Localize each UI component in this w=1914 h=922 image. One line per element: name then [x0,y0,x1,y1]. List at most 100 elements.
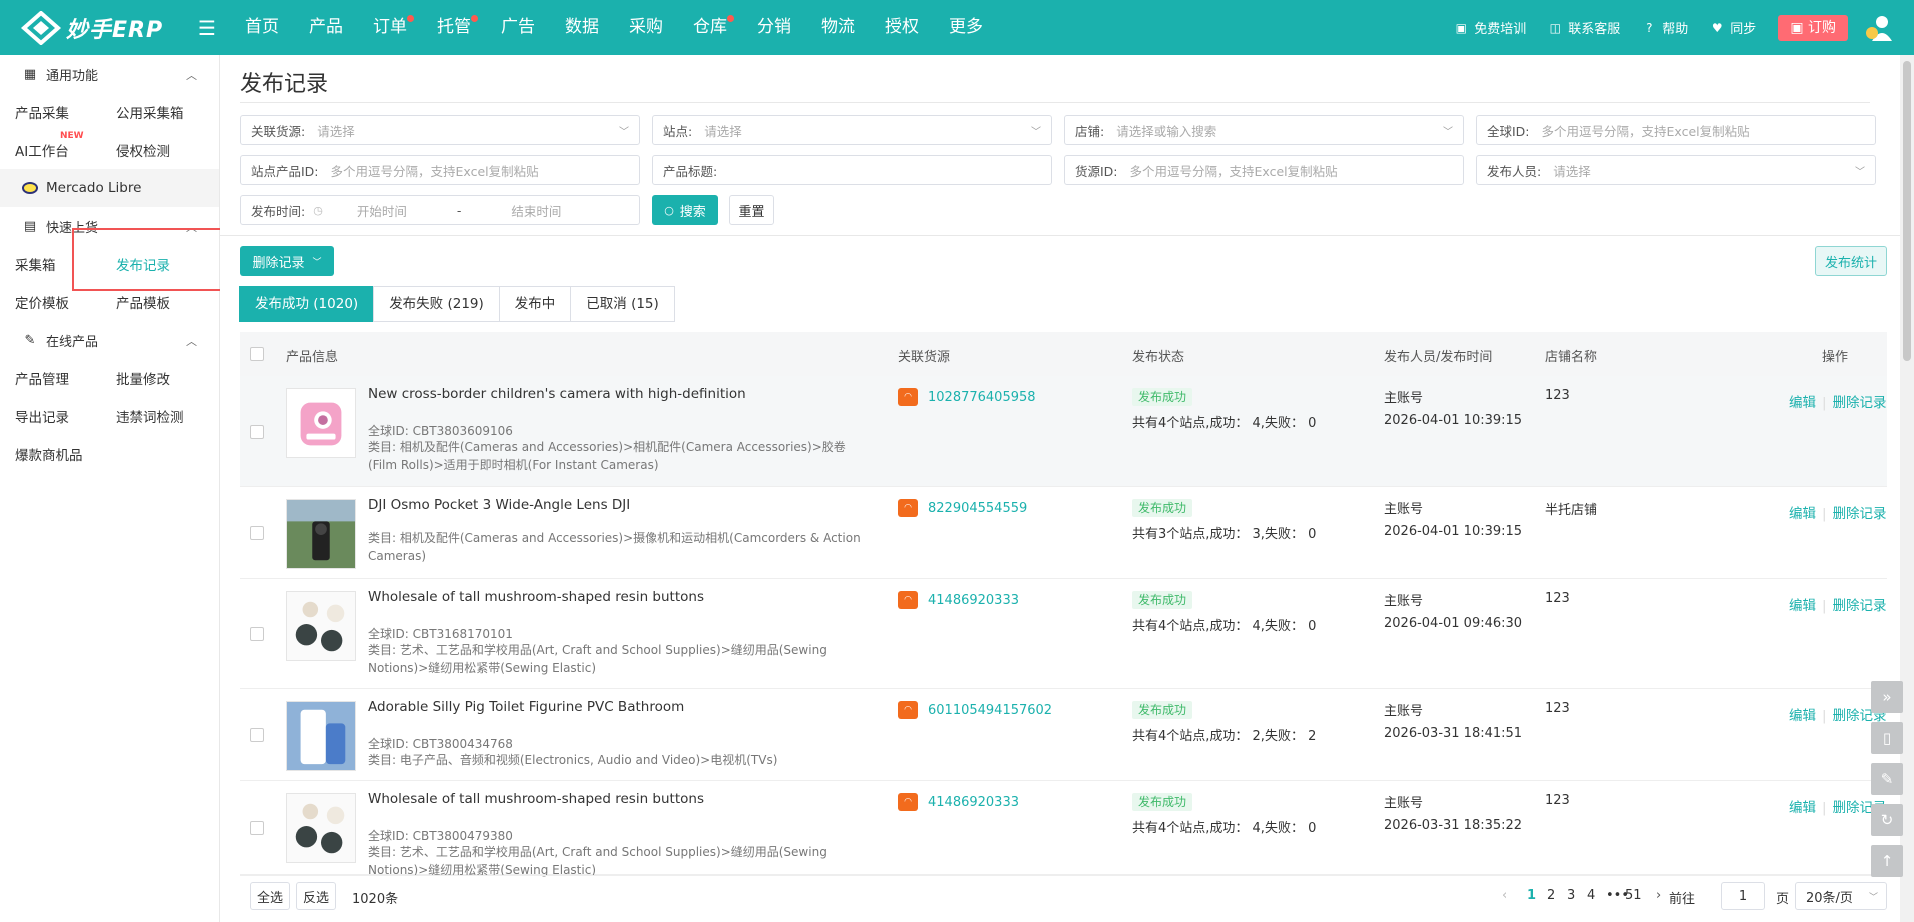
nav-item[interactable]: 仓库 [678,0,742,55]
row-checkbox[interactable] [250,627,264,641]
product-title[interactable]: DJI Osmo Pocket 3 Wide-Angle Lens DJI [368,497,630,513]
pagination-page[interactable]: 3 [1567,888,1575,903]
contact-support-link[interactable]: ◫ 联系客服 [1548,18,1621,38]
collapse-panel-icon[interactable]: » [1871,681,1903,713]
sidebar-item-export-records[interactable]: 导出记录 [0,406,101,426]
back-to-top-icon[interactable]: ↑ [1871,845,1903,877]
source-link[interactable]: ◠ 822904554559 [898,499,1027,517]
pagination-page[interactable]: 51 [1625,888,1642,903]
select-all-checkbox[interactable] [250,347,264,361]
sidebar-item-banned-word-check[interactable]: 违禁词检测 [101,406,202,426]
publish-time-range[interactable]: 发布时间: ◷ 开始时间 - 结束时间 [240,195,640,225]
reset-button[interactable]: 重置 [729,195,774,225]
sidebar-group-online-products[interactable]: ✎ 在线产品 ︿ [0,321,219,359]
refresh-icon[interactable]: ↻ [1871,804,1903,836]
nav-item[interactable]: 托管 [422,0,486,55]
shop-select[interactable]: 店铺: 请选择或输入搜索 ﹀ [1064,115,1464,145]
nav-item[interactable]: 首页 [230,0,294,55]
product-title[interactable]: Wholesale of tall mushroom-shaped resin … [368,791,704,807]
site-product-id-input[interactable]: 站点产品ID: 多个用逗号分隔，支持Excel复制粘贴 [240,155,640,185]
source-id-input[interactable]: 货源ID: 多个用逗号分隔，支持Excel复制粘贴 [1064,155,1464,185]
sidebar-item-product-collect[interactable]: 产品采集 [0,102,101,122]
source-link[interactable]: ◠ 601105494157602 [898,701,1052,719]
nav-item[interactable]: 物流 [806,0,870,55]
product-title[interactable]: New cross-border children's camera with … [368,386,746,402]
publisher-select[interactable]: 发布人员: 请选择 ﹀ [1476,155,1876,185]
feedback-icon[interactable]: ✎ [1871,763,1903,795]
site-select[interactable]: 站点: 请选择 ﹀ [652,115,1052,145]
product-thumbnail[interactable] [286,701,356,771]
sidebar-item-pricing-template[interactable]: 定价模板 [0,292,101,312]
product-title[interactable]: Adorable Silly Pig Toilet Figurine PVC B… [368,699,684,715]
product-thumbnail[interactable] [286,388,356,458]
delete-record-button[interactable]: 删除记录 [1833,598,1887,614]
pagination-page[interactable]: 2 [1547,888,1555,903]
table-row[interactable]: Wholesale of tall mushroom-shaped resin … [240,781,1887,877]
sidebar-item-product-template[interactable]: 产品模板 [101,292,202,312]
product-thumbnail[interactable] [286,793,356,863]
sidebar-platform-mercado-libre[interactable]: Mercado Libre [0,169,219,207]
nav-item[interactable]: 广告 [486,0,550,55]
sidebar-item-public-collect-box[interactable]: 公用采集箱 [101,102,202,122]
help-link[interactable]: ? 帮助 [1642,18,1688,38]
table-row[interactable]: Wholesale of tall mushroom-shaped resin … [240,579,1887,689]
publish-stats-button[interactable]: 发布统计 [1815,246,1887,276]
row-checkbox[interactable] [250,425,264,439]
nav-item[interactable]: 订单 [358,0,422,55]
goto-page-input[interactable]: 1 [1721,882,1765,910]
sidebar-group-general[interactable]: ▦ 通用功能 ︿ [0,55,219,93]
order-button[interactable]: ▣ 订购 [1778,14,1848,41]
product-thumbnail[interactable] [286,591,356,661]
tab-status[interactable]: 已取消 (15) [570,286,675,322]
sidebar-item-infringement-check[interactable]: 侵权检测 [101,140,202,160]
table-row[interactable]: Adorable Silly Pig Toilet Figurine PVC B… [240,689,1887,781]
row-checkbox[interactable] [250,821,264,835]
mobile-icon[interactable]: ▯ [1871,722,1903,754]
sidebar-item-ai-workbench[interactable]: AI工作台 NEW [0,131,101,160]
edit-button[interactable]: 编辑 [1789,800,1816,816]
source-link[interactable]: ◠ 41486920333 [898,793,1019,811]
edit-button[interactable]: 编辑 [1789,395,1816,411]
nav-item[interactable]: 产品 [294,0,358,55]
sidebar-item-batch-edit[interactable]: 批量修改 [101,368,202,388]
global-id-input[interactable]: 全球ID: 多个用逗号分隔，支持Excel复制粘贴 [1476,115,1876,145]
row-checkbox[interactable] [250,728,264,742]
pagination-page[interactable]: 1 [1527,888,1536,903]
app-logo[interactable]: 妙手ERP [20,10,170,45]
table-row[interactable]: New cross-border children's camera with … [240,376,1887,487]
sidebar-item-product-management[interactable]: 产品管理 [0,368,101,388]
source-link[interactable]: ◠ 41486920333 [898,591,1019,609]
nav-item[interactable]: 数据 [550,0,614,55]
free-training-link[interactable]: ▣ 免费培训 [1454,18,1527,38]
product-title-input[interactable]: 产品标题: [652,155,1052,185]
sync-link[interactable]: ♥ 同步 [1710,18,1756,38]
select-all-button[interactable]: 全选 [250,882,290,910]
search-button[interactable]: ○ 搜索 [652,195,718,225]
invert-selection-button[interactable]: 反选 [296,882,336,910]
source-link[interactable]: ◠ 1028776405958 [898,388,1036,406]
nav-item[interactable]: 更多 [934,0,998,55]
edit-button[interactable]: 编辑 [1789,506,1816,522]
tab-status[interactable]: 发布中 [498,286,572,322]
row-checkbox[interactable] [250,526,264,540]
scrollbar-thumb[interactable] [1903,61,1911,361]
user-avatar[interactable] [1864,13,1894,43]
edit-button[interactable]: 编辑 [1789,598,1816,614]
tab-status[interactable]: 发布成功 (1020) [239,286,375,322]
prev-page-icon[interactable]: ‹ [1502,888,1507,903]
table-row[interactable]: DJI Osmo Pocket 3 Wide-Angle Lens DJI 类目:… [240,487,1887,579]
sidebar-item-hot-products[interactable]: 爆款商机品 [0,444,101,464]
source-select[interactable]: 关联货源: 请选择 ﹀ [240,115,640,145]
product-title[interactable]: Wholesale of tall mushroom-shaped resin … [368,589,704,605]
menu-toggle-icon[interactable]: ☰ [198,16,222,40]
next-page-icon[interactable]: › [1656,888,1661,903]
page-size-select[interactable]: 20条/页 ﹀ [1795,882,1887,910]
tab-status[interactable]: 发布失败 (219) [373,286,500,322]
edit-button[interactable]: 编辑 [1789,708,1816,724]
nav-item[interactable]: 分销 [742,0,806,55]
pagination-page[interactable]: 4 [1587,888,1595,903]
nav-item[interactable]: 授权 [870,0,934,55]
nav-item[interactable]: 采购 [614,0,678,55]
delete-record-button[interactable]: 删除记录 [1833,395,1887,411]
delete-records-dropdown[interactable]: 删除记录 ﹀ [240,246,334,276]
